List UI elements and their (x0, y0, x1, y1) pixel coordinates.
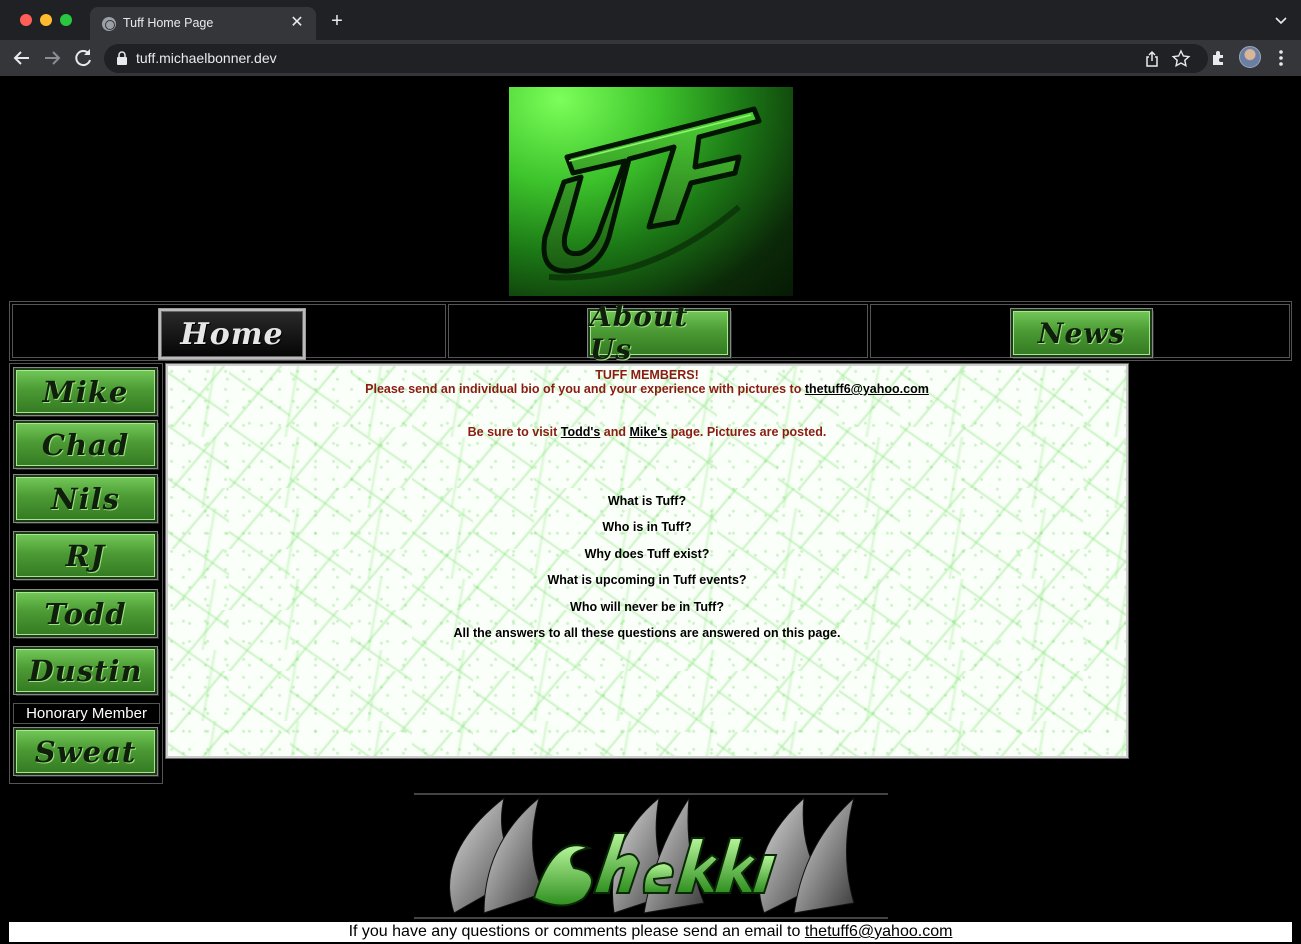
members-heading: TUFF MEMBERS! (595, 368, 699, 382)
member-button-todd[interactable]: Todd (14, 590, 157, 637)
visit-and: and (603, 425, 627, 439)
browser-chrome: Tuff Home Page ✕ + tuff.michaelbonner.de… (0, 0, 1301, 76)
maximize-window-button[interactable] (60, 14, 72, 26)
tuff-logo (509, 87, 793, 296)
web-page: Home About Us News Mike Chad Nils RJ Tod… (0, 76, 1301, 944)
question-2: Who is in Tuff? (602, 520, 692, 534)
close-window-button[interactable] (20, 14, 32, 26)
url-text[interactable]: tuff.michaelbonner.dev (136, 50, 277, 66)
member-button-nils[interactable]: Nils (14, 475, 157, 522)
tuff-logo-mark (541, 106, 762, 281)
footer-contact: If you have any questions or comments pl… (9, 922, 1292, 942)
tab-close-button[interactable]: ✕ (287, 13, 307, 33)
news-button[interactable]: News (1011, 309, 1152, 357)
main-nav: Home About Us News (9, 300, 1292, 366)
menu-icon[interactable] (1270, 47, 1292, 69)
extensions-icon[interactable] (1208, 47, 1230, 69)
answers-note: All the answers to all these questions a… (453, 626, 841, 640)
nav-cell-home: Home (12, 304, 446, 359)
nav-cell-news: News (870, 304, 1290, 358)
visit-suffix: page. Pictures are posted. (670, 425, 827, 439)
bio-request-text: Please send an individual bio of you and… (365, 382, 802, 396)
browser-toolbar: tuff.michaelbonner.dev (0, 40, 1301, 76)
chevron-down-icon[interactable] (1273, 12, 1289, 28)
tab-strip: Tuff Home Page ✕ + (0, 0, 1301, 40)
nav-cell-about: About Us (448, 300, 868, 366)
home-button[interactable]: Home (159, 309, 305, 359)
bio-request: Please send an individual bio of you and… (168, 382, 1126, 396)
question-3: Why does Tuff exist? (584, 547, 710, 561)
footer-email-link[interactable]: thetuff6@yahoo.com (805, 923, 953, 940)
question-1: What is Tuff? (607, 494, 687, 508)
designed-by-shekki-banner (414, 793, 888, 920)
bio-email-link[interactable]: thetuff6@yahoo.com (805, 382, 929, 396)
tab-title: Tuff Home Page (123, 16, 214, 30)
honorary-member-label: Honorary Member (13, 703, 160, 724)
question-4: What is upcoming in Tuff events? (547, 573, 747, 587)
share-icon[interactable] (1142, 49, 1162, 69)
question-5: Who will never be in Tuff? (570, 600, 724, 614)
member-button-chad[interactable]: Chad (14, 421, 157, 468)
browser-tab[interactable]: Tuff Home Page ✕ (90, 7, 316, 40)
new-tab-button[interactable]: + (326, 10, 348, 32)
todd-page-link[interactable]: Todd's (561, 425, 601, 439)
address-bar[interactable]: tuff.michaelbonner.dev (104, 44, 1208, 73)
visit-prefix: Be sure to visit (467, 425, 558, 439)
reload-icon[interactable] (71, 46, 95, 70)
minimize-window-button[interactable] (40, 14, 52, 26)
mike-page-link[interactable]: Mike's (630, 425, 668, 439)
visit-note: Be sure to visit Todd's and Mike's page.… (168, 425, 1126, 439)
globe-icon (102, 17, 116, 31)
shekki-banner-art (414, 793, 888, 919)
main-content: TUFF MEMBERS! Please send an individual … (165, 363, 1129, 759)
profile-avatar[interactable] (1239, 46, 1261, 68)
member-button-dustin[interactable]: Dustin (14, 647, 157, 694)
member-button-sweat[interactable]: Sweat (14, 728, 157, 775)
about-us-button[interactable]: About Us (588, 300, 730, 366)
member-button-rj[interactable]: RJ (14, 532, 157, 579)
member-sidebar: Mike Chad Nils RJ Todd Dustin Honorary M… (9, 363, 163, 784)
back-arrow-icon[interactable] (10, 46, 34, 70)
forward-arrow-icon[interactable] (40, 46, 64, 70)
member-button-mike[interactable]: Mike (14, 368, 157, 415)
star-icon[interactable] (1171, 49, 1191, 69)
lock-icon[interactable] (115, 51, 129, 66)
footer-text: If you have any questions or comments pl… (348, 923, 801, 940)
